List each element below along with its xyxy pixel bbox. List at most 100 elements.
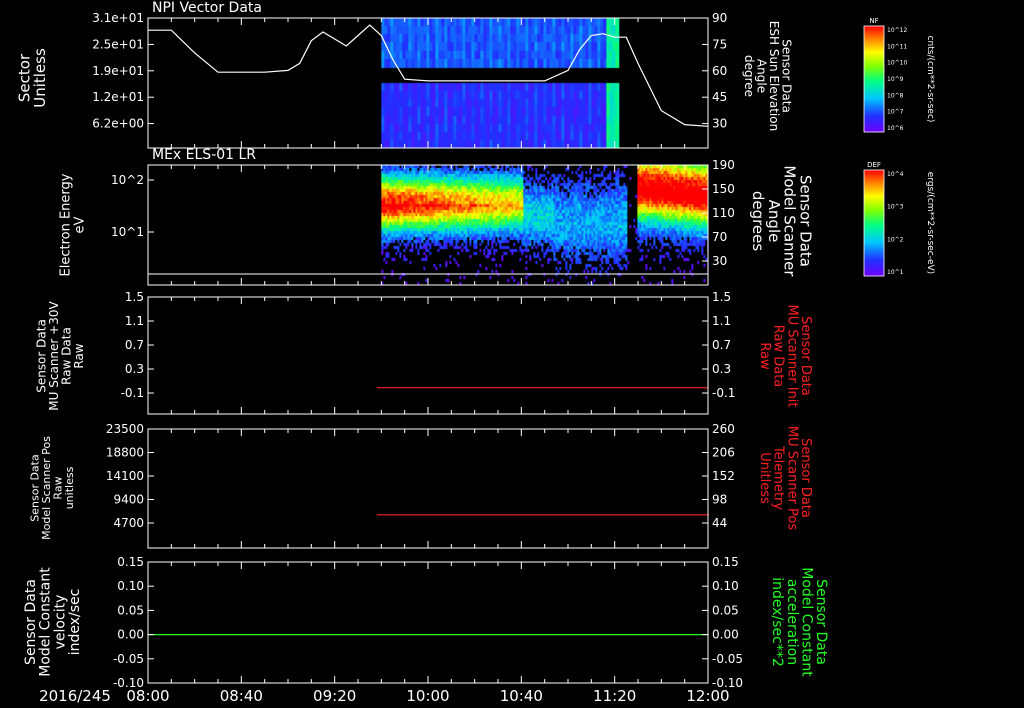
els-right-ylabel-line: degrees bbox=[749, 191, 767, 252]
velocity-left-ylabel-line: index/sec bbox=[67, 589, 83, 656]
colorbar-unit: cnts/(cm**2-sr-sec) bbox=[925, 36, 935, 123]
panel-frame-5 bbox=[147, 561, 709, 684]
colorbar-1 bbox=[863, 169, 885, 277]
els-left-ylabel: Electron EnergyeV bbox=[59, 173, 88, 276]
scanpos-left-ylabel-line: unitless bbox=[63, 466, 76, 509]
accel-right-ylabel-line: index/sec**2 bbox=[769, 577, 785, 667]
velocity-left-ylabel-line: Sensor Data bbox=[23, 579, 39, 665]
right-tick-label: 70 bbox=[712, 230, 727, 244]
left-tick-label: 0.3 bbox=[125, 362, 144, 376]
left-tick-label: 1.2e+01 bbox=[92, 90, 144, 104]
x-tick-label: 10:40 bbox=[500, 687, 543, 705]
els-right-ylabel: Sensor DataModel ScannerAngledegrees bbox=[749, 165, 814, 277]
right-tick-label: 110 bbox=[712, 206, 735, 220]
mu-init-left-ylabel: Sensor DataMU Scanner +30VRaw DataRaw bbox=[34, 301, 86, 411]
npi-spectrogram bbox=[381, 18, 620, 148]
x-tick-label: 10:00 bbox=[406, 687, 449, 705]
left-tick-label: 0.10 bbox=[117, 579, 144, 593]
colorbar-unit-text: cnts/(cm**2-sr-sec) bbox=[925, 36, 935, 123]
accel-right-ylabel-line: acceleration bbox=[784, 579, 800, 665]
right-tick-label: 90 bbox=[712, 11, 727, 25]
left-tick-label: -0.1 bbox=[121, 386, 144, 400]
right-tick-label: -0.1 bbox=[712, 386, 735, 400]
right-tick-label: 98 bbox=[712, 493, 727, 507]
left-tick-label: 0.00 bbox=[117, 628, 144, 642]
right-tick-label: 1.5 bbox=[712, 290, 731, 304]
colorbar-label: NF bbox=[869, 17, 878, 25]
colorbar-tick-label: 10^7 bbox=[887, 109, 904, 116]
left-tick-label: 2.5e+01 bbox=[92, 37, 144, 51]
colorbar-tick-label: 10^1 bbox=[887, 269, 904, 276]
x-tick-label: 11:20 bbox=[593, 687, 636, 705]
colorbar-tick-label: 10^3 bbox=[887, 204, 904, 211]
right-tick-label: 44 bbox=[712, 516, 727, 530]
right-tick-label: 0.00 bbox=[712, 628, 739, 642]
x-tick-label: 08:40 bbox=[220, 687, 263, 705]
right-tick-label: 0.15 bbox=[712, 555, 739, 569]
npi-right-ylabel: Sensor DataESH Sun ElevationAngledegree bbox=[742, 21, 794, 131]
panel-title: MEx ELS-01 LR bbox=[152, 147, 256, 163]
left-tick-label: 9400 bbox=[113, 493, 144, 507]
panel-title: NPI Vector Data bbox=[152, 0, 262, 16]
right-tick-label: 260 bbox=[712, 422, 735, 436]
right-tick-label: 190 bbox=[712, 158, 735, 172]
scanpos-left-ylabel: Sensor DataModel Scanner PosRawunitless bbox=[29, 436, 77, 540]
right-tick-label: 206 bbox=[712, 446, 735, 460]
right-tick-label: 150 bbox=[712, 182, 735, 196]
date-label: 2016/245 bbox=[39, 687, 111, 705]
right-tick-label: 0.10 bbox=[712, 579, 739, 593]
colorbar-tick-label: 10^4 bbox=[887, 171, 904, 178]
colorbar-tick-label: 10^10 bbox=[887, 60, 907, 67]
scanpos-right-ylabel: Sensor DataMU Scanner PosTelemetryUnitle… bbox=[757, 426, 813, 531]
colorbar-0 bbox=[863, 25, 885, 133]
left-tick-label: 0.15 bbox=[117, 555, 144, 569]
left-tick-label: 14100 bbox=[106, 469, 144, 483]
left-tick-label: 1.1 bbox=[125, 314, 144, 328]
left-tick-label: 0.05 bbox=[117, 603, 144, 617]
colorbar-tick-label: 10^9 bbox=[887, 76, 904, 83]
scanpos-right-ylabel-line: Unitless bbox=[757, 452, 772, 504]
right-tick-label: 0.05 bbox=[712, 603, 739, 617]
right-tick-label: 75 bbox=[712, 37, 727, 51]
right-tick-label: 30 bbox=[712, 254, 727, 268]
left-tick-label: 1.5 bbox=[125, 290, 144, 304]
velocity-left-ylabel: Sensor DataModel Constantvelocityindex/s… bbox=[23, 567, 83, 677]
left-tick-label: 0.7 bbox=[125, 338, 144, 352]
left-tick-label: 6.2e+00 bbox=[92, 117, 144, 131]
x-tick-label: 08:00 bbox=[126, 687, 169, 705]
els-left-ylabel-line: eV bbox=[72, 216, 87, 233]
accel-right-ylabel-line: Sensor Data bbox=[813, 579, 829, 665]
right-tick-label: 0.7 bbox=[712, 338, 731, 352]
mu-init-left-ylabel-line: Raw bbox=[72, 343, 86, 368]
left-tick-label: -0.05 bbox=[113, 652, 144, 666]
panel-frame-3 bbox=[147, 296, 709, 415]
npi-left-ylabel: SectorUnitless bbox=[15, 48, 49, 108]
colorbar-unit-text: ergs/(cm**2-sr-sec-eV) bbox=[925, 172, 935, 274]
colorbar-tick-label: 10^11 bbox=[887, 43, 907, 50]
left-tick-label: 4700 bbox=[113, 516, 144, 530]
colorbar-tick-label: 10^12 bbox=[887, 27, 907, 34]
right-tick-label: -0.05 bbox=[712, 652, 743, 666]
velocity-left-ylabel-line: Model Constant bbox=[38, 567, 54, 677]
x-tick-label: 12:00 bbox=[686, 687, 729, 705]
right-tick-label: 1.1 bbox=[712, 314, 731, 328]
els-spectrogram bbox=[381, 165, 709, 285]
left-tick-label: 3.1e+01 bbox=[92, 11, 144, 25]
npi-right-ylabel-line: degree bbox=[742, 55, 756, 97]
left-tick-label: 10^1 bbox=[111, 225, 144, 239]
colorbar-tick-label: 10^6 bbox=[887, 125, 904, 132]
left-tick-label: 18800 bbox=[106, 446, 144, 460]
left-tick-label: 23500 bbox=[106, 422, 144, 436]
x-tick-label: 09:20 bbox=[313, 687, 356, 705]
right-tick-label: 45 bbox=[712, 90, 727, 104]
colorbar-label: DEF bbox=[867, 161, 881, 169]
npi-left-ylabel-line: Unitless bbox=[31, 48, 49, 108]
mu-init-right-ylabel: Sensor DataMU Scanner InitRaw DataRaw bbox=[757, 305, 813, 408]
colorbar-tick-label: 10^8 bbox=[887, 92, 904, 99]
mu-init-right-ylabel-line: Raw bbox=[757, 342, 772, 370]
plot-canvas: 3.1e+01 2.5e+01 1.9e+01 1.2e+01 6.2e+00 90 75 6… bbox=[15, 0, 935, 705]
right-tick-label: 0.3 bbox=[712, 362, 731, 376]
colorbar-tick-label: 10^2 bbox=[887, 236, 904, 243]
right-tick-label: 30 bbox=[712, 117, 727, 131]
panel-frame-4 bbox=[147, 428, 709, 549]
